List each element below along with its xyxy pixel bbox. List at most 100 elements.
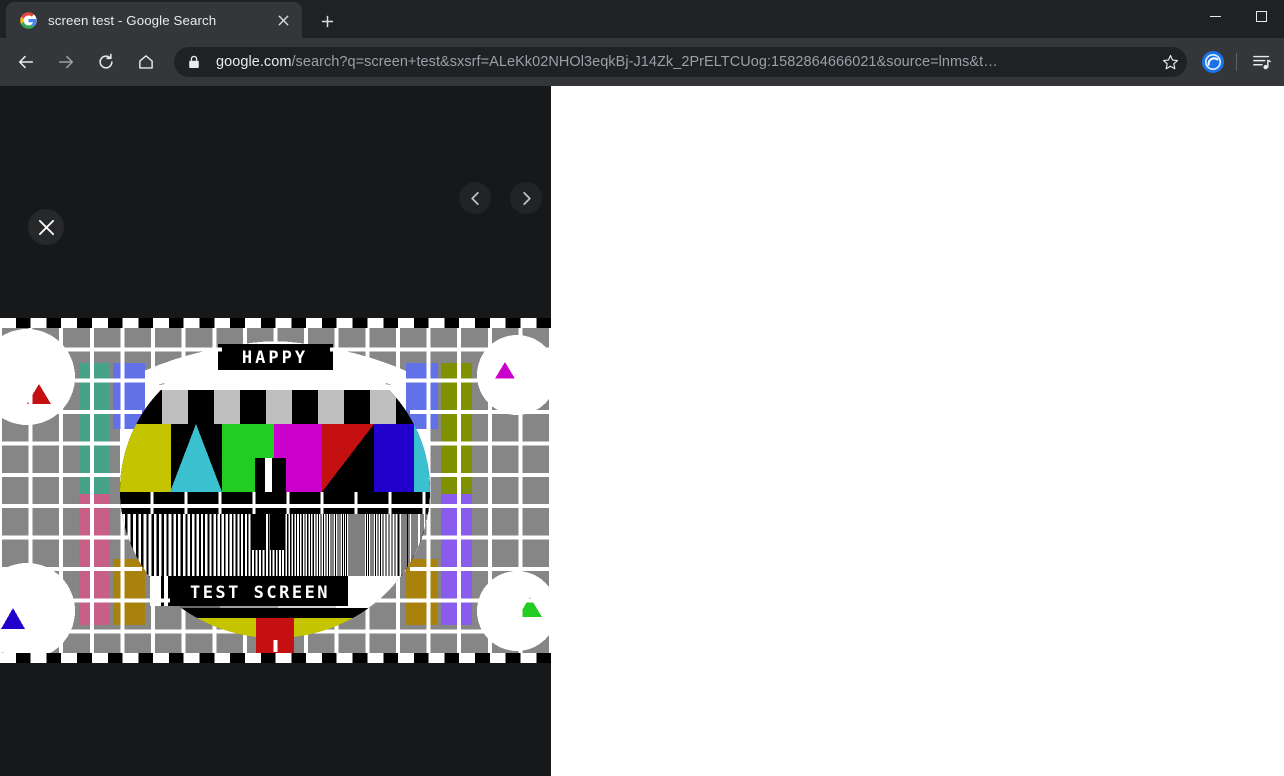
- extension-blue-circle-icon[interactable]: [1199, 48, 1227, 76]
- page-content: HAPPY TEST SCREEN: [0, 86, 1284, 776]
- grid-line: [384, 378, 550, 383]
- grid-line: [330, 347, 550, 352]
- edge-dash-bottom: [168, 653, 184, 663]
- lightbox-close-button[interactable]: [28, 209, 64, 245]
- burst-bar: [370, 514, 372, 576]
- edge-dash-top: [138, 318, 154, 328]
- grid-line: [424, 535, 550, 540]
- url-host: google.com: [216, 54, 292, 70]
- browser-toolbar: google.com/search?q=screen+test&sxsrf=AL…: [0, 38, 1284, 86]
- burst-bar: [158, 514, 162, 576]
- back-button[interactable]: [8, 44, 44, 80]
- grid-cell: [2, 539, 29, 567]
- grid-line: [395, 584, 400, 652]
- burst-bar: [357, 514, 359, 576]
- edge-dash-bottom: [444, 653, 460, 663]
- grid-line: [426, 441, 550, 446]
- grid-line: [242, 638, 247, 652]
- grid-cell: [522, 476, 549, 505]
- grid-line: [518, 328, 523, 652]
- burst-bar: [365, 514, 367, 576]
- edge-dash-top: [505, 318, 521, 328]
- reload-button[interactable]: [88, 44, 124, 80]
- edge-dash-top: [475, 318, 490, 328]
- media-playlist-icon[interactable]: [1246, 46, 1278, 78]
- grid-line: [273, 328, 278, 342]
- burst-bar: [363, 514, 365, 576]
- burst-bar: [163, 514, 167, 576]
- edge-dash-top: [322, 318, 337, 328]
- tab-title: screen test - Google Search: [48, 12, 217, 28]
- grid-cell: [32, 539, 60, 567]
- burst-bar: [355, 514, 357, 576]
- burst-bar: [196, 514, 199, 576]
- edge-dash-bottom: [199, 653, 215, 663]
- burst-bar: [225, 514, 228, 576]
- url-path: /search?q=screen+test&sxsrf=ALeKk02NHOl3…: [291, 54, 998, 70]
- burst-bar: [305, 514, 308, 576]
- grid-line: [242, 328, 247, 344]
- happy-text: HAPPY: [242, 348, 308, 368]
- edge-dash-top: [168, 318, 184, 328]
- burst-bar: [384, 514, 385, 576]
- burst-bar: [178, 514, 181, 576]
- burst-bar: [321, 514, 323, 576]
- burst-bar: [209, 514, 212, 576]
- grid-cell: [491, 414, 519, 442]
- home-button[interactable]: [128, 44, 164, 80]
- lightbox-next-button[interactable]: [510, 182, 542, 214]
- test-screen-image[interactable]: HAPPY TEST SCREEN: [0, 318, 551, 663]
- grid-line: [0, 410, 142, 415]
- checker-strip: [120, 390, 430, 424]
- toolbar-divider: [1236, 53, 1237, 71]
- lightbox-prev-button[interactable]: [459, 182, 491, 214]
- google-g-icon: [20, 11, 37, 29]
- maximize-icon: [1255, 10, 1267, 22]
- close-icon[interactable]: [272, 9, 294, 31]
- tab-strip: screen test - Google Search: [0, 0, 1284, 38]
- star-icon[interactable]: [1155, 47, 1185, 77]
- minimize-button[interactable]: [1192, 0, 1238, 32]
- burst-bar: [148, 514, 152, 576]
- edge-dash-bottom: [352, 653, 368, 663]
- burst-bar: [153, 514, 157, 576]
- grid-line: [410, 566, 550, 571]
- burst-bar: [182, 514, 186, 576]
- burst-bar: [233, 514, 236, 576]
- burst-bar: [374, 514, 376, 576]
- burst-bar: [367, 514, 369, 576]
- edge-dash-top: [291, 318, 307, 328]
- new-tab-button[interactable]: [312, 8, 342, 34]
- grid-cell: [2, 508, 29, 536]
- burst-bar: [241, 514, 244, 576]
- edge-dash-bottom: [383, 653, 398, 663]
- grid-cell: [155, 602, 182, 630]
- burst-bar: [313, 514, 316, 576]
- grid-cell: [522, 539, 549, 567]
- burst-bar: [331, 514, 333, 576]
- browser-tab[interactable]: screen test - Google Search: [6, 2, 302, 38]
- edge-dash-bottom: [475, 653, 490, 663]
- burst-bar: [168, 514, 172, 576]
- address-bar[interactable]: google.com/search?q=screen+test&sxsrf=AL…: [174, 47, 1187, 77]
- label-test-screen: TEST SCREEN: [150, 576, 348, 606]
- forward-button[interactable]: [48, 44, 84, 80]
- edge-dash-top: [199, 318, 215, 328]
- burst-bar: [285, 514, 287, 576]
- grid-line: [487, 328, 492, 652]
- grid-line: [0, 598, 170, 603]
- burst-bar: [324, 514, 326, 576]
- bar-rose: [79, 494, 110, 625]
- burst-bar: [326, 514, 328, 576]
- maximize-button[interactable]: [1238, 0, 1284, 32]
- burst-bar: [342, 514, 345, 576]
- grid-line: [0, 504, 120, 509]
- edge-dash-top: [352, 318, 368, 328]
- burst-bar: [205, 514, 208, 576]
- burst-bar: [398, 514, 400, 576]
- burst-bar: [390, 514, 392, 576]
- burst-bar: [221, 514, 224, 576]
- burst-bar: [401, 514, 403, 576]
- burst-bar: [347, 514, 349, 576]
- burst-bar: [353, 514, 355, 576]
